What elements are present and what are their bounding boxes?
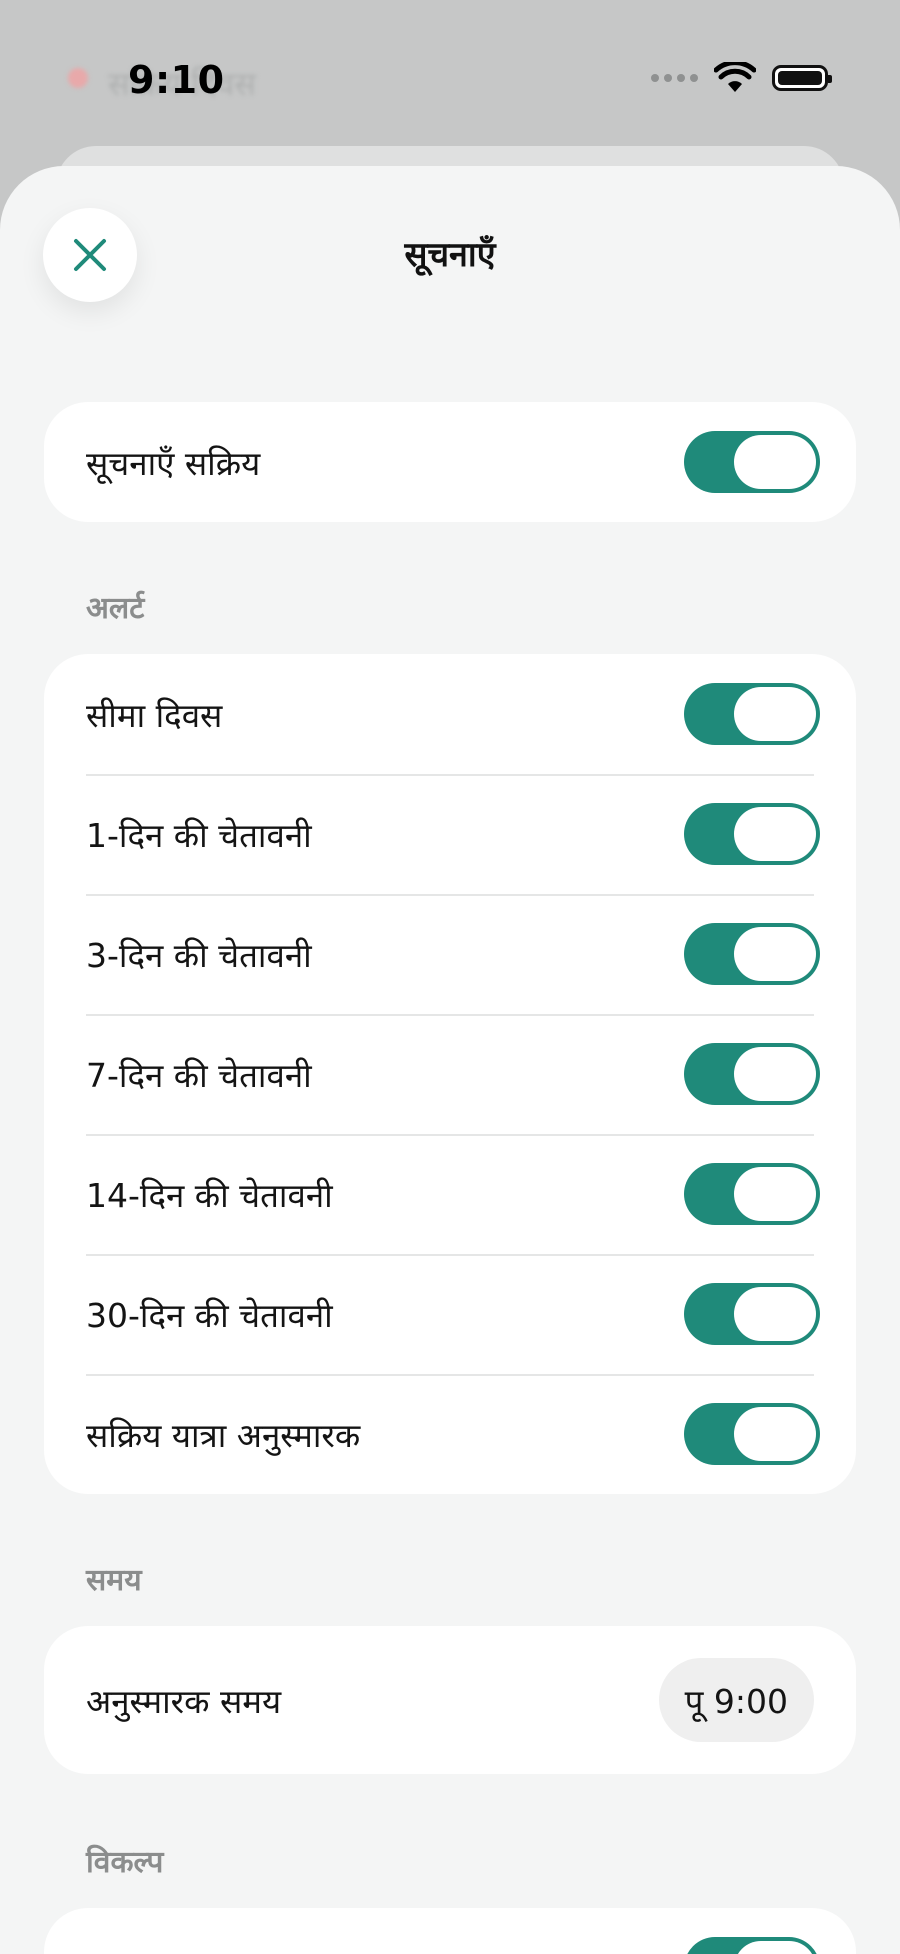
battery-icon [772, 65, 832, 91]
alert-toggle[interactable] [684, 923, 820, 985]
alert-row: 14-दिन की चेतावनी [44, 1134, 856, 1254]
alert-toggle[interactable] [684, 1043, 820, 1105]
timing-card: अनुस्मारक समय पू 9:00 [44, 1626, 856, 1774]
alert-row: 1-दिन की चेतावनी [44, 774, 856, 894]
section-heading-alerts: अलर्ट [86, 591, 145, 626]
row-label: 30-दिन की चेतावनी [86, 1295, 333, 1335]
alert-toggle[interactable] [684, 1403, 820, 1465]
row-label: 7-दिन की चेतावनी [86, 1055, 312, 1095]
alerts-card: सीमा दिवस 1-दिन की चेतावनी 3-दिन की चेता… [44, 654, 856, 1494]
alert-row: 30-दिन की चेतावनी [44, 1254, 856, 1374]
row-label: अनुस्मारक समय [86, 1681, 282, 1721]
row-label: सक्रिय यात्रा अनुस्मारक [86, 1415, 361, 1455]
cellular-signal-icon [651, 74, 698, 82]
wifi-icon [714, 62, 756, 92]
option-toggle[interactable] [684, 1937, 820, 1954]
alert-toggle[interactable] [684, 683, 820, 745]
section-heading-options: विकल्प [86, 1845, 164, 1880]
alert-toggle[interactable] [684, 803, 820, 865]
notifications-enabled-row: सूचनाएँ सक्रिय [44, 402, 856, 522]
background-dot [68, 68, 88, 88]
notifications-sheet: सूचनाएँ सूचनाएँ सक्रिय अलर्ट सीमा दिवस 1… [0, 166, 900, 1954]
alert-row: 7-दिन की चेतावनी [44, 1014, 856, 1134]
master-toggle-card: सूचनाएँ सक्रिय [44, 402, 856, 522]
row-label: 3-दिन की चेतावनी [86, 935, 312, 975]
notifications-enabled-toggle[interactable] [684, 431, 820, 493]
row-label: सीमा दिवस [86, 695, 223, 735]
alert-toggle[interactable] [684, 1283, 820, 1345]
alert-row: सक्रिय यात्रा अनुस्मारक [44, 1374, 856, 1494]
row-label: सूचनाएँ सक्रिय [86, 443, 261, 483]
reminder-time-picker[interactable]: पू 9:00 [658, 1658, 814, 1742]
options-card [44, 1908, 856, 1954]
reminder-time-row: अनुस्मारक समय पू 9:00 [44, 1626, 856, 1774]
status-bar: सक्रिय दिवस 9:10 [0, 0, 900, 160]
option-row [44, 1908, 856, 1954]
alert-toggle[interactable] [684, 1163, 820, 1225]
row-label: 14-दिन की चेतावनी [86, 1175, 333, 1215]
status-time: 9:10 [128, 58, 225, 102]
alert-row: सीमा दिवस [44, 654, 856, 774]
alert-row: 3-दिन की चेतावनी [44, 894, 856, 1014]
page-title: सूचनाएँ [404, 235, 496, 275]
status-icons [651, 62, 832, 94]
row-label: 1-दिन की चेतावनी [86, 815, 312, 855]
section-heading-timing: समय [86, 1563, 142, 1598]
